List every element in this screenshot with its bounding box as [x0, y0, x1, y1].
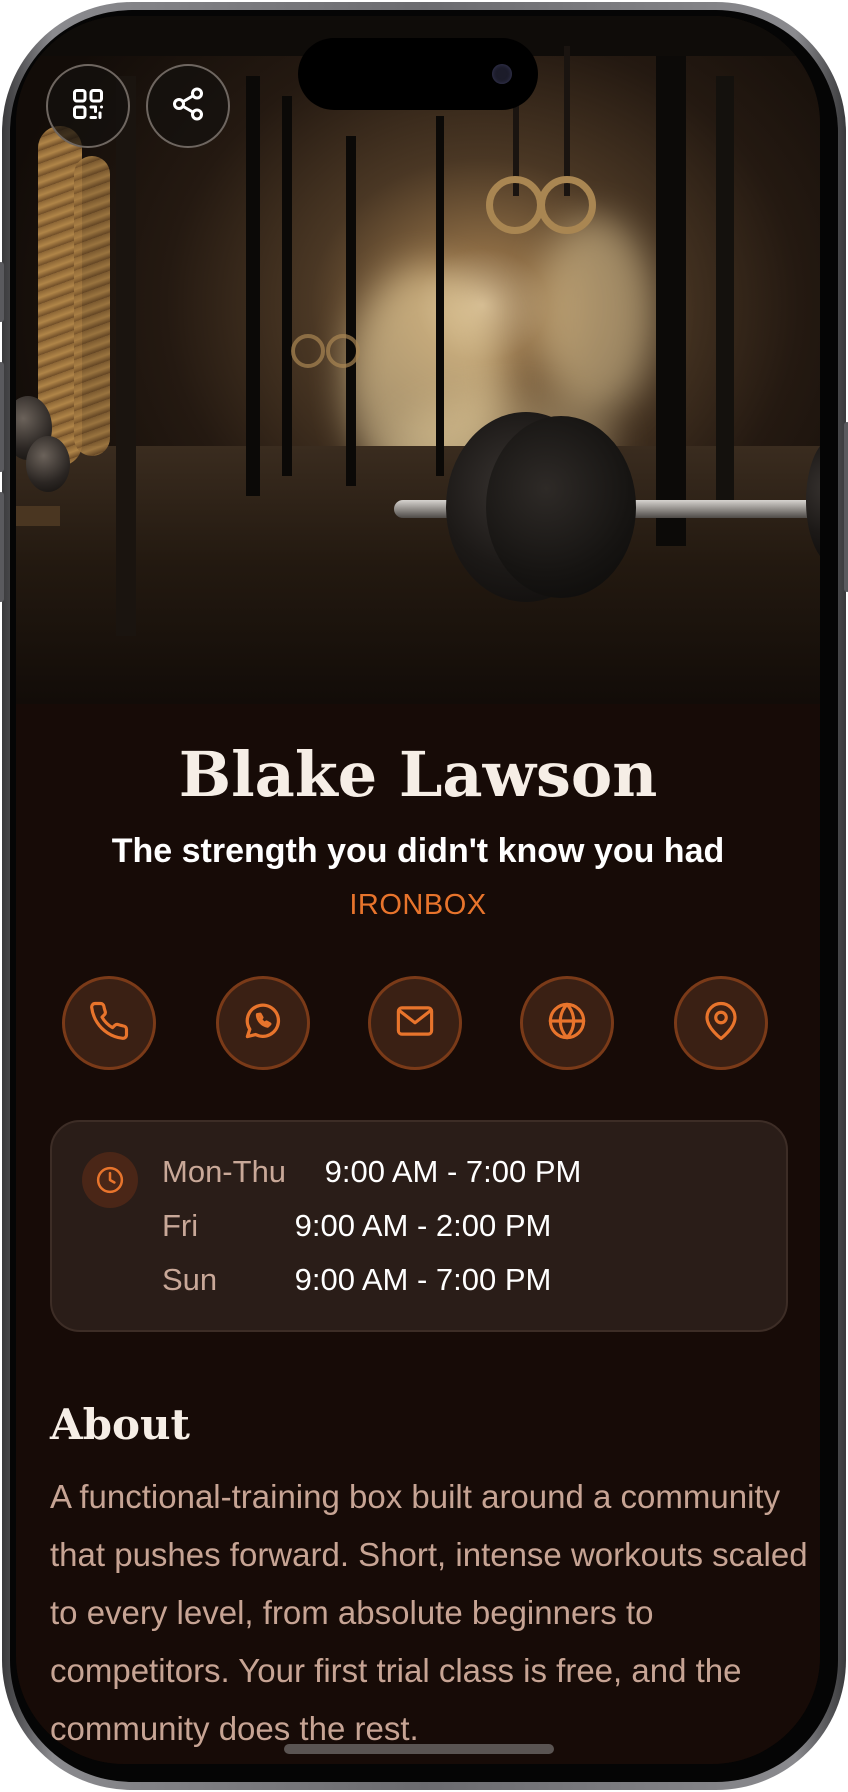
hours-day: Mon-Thu: [162, 1154, 287, 1189]
hours-day: Sun: [162, 1262, 218, 1297]
qr-code-icon: [70, 86, 106, 127]
profile-content: Blake Lawson The strength you didn't kno…: [16, 704, 820, 1764]
whatsapp-button[interactable]: [216, 976, 310, 1070]
company-name: IRONBOX: [349, 889, 487, 921]
qr-code-button[interactable]: [46, 64, 130, 148]
dynamic-island: [298, 38, 538, 110]
front-camera: [492, 64, 512, 84]
silent-switch: [0, 262, 4, 322]
globe-icon: [546, 1000, 588, 1047]
profile-tagline: The strength you didn't know you had: [111, 832, 725, 870]
hero-image: [16, 16, 820, 704]
location-button[interactable]: [674, 976, 768, 1070]
hours-row: Fri 9:00 AM - 2:00 PM: [162, 1208, 551, 1244]
screen: Blake Lawson The strength you didn't kno…: [16, 16, 820, 1764]
phone-frame: Blake Lawson The strength you didn't kno…: [0, 2, 848, 1790]
hours-day: Fri: [162, 1208, 199, 1243]
home-indicator[interactable]: [284, 1744, 554, 1754]
hours-time: 9:00 AM - 7:00 PM: [324, 1154, 582, 1189]
mail-icon: [394, 1000, 436, 1047]
hours-time: 9:00 AM - 7:00 PM: [294, 1262, 552, 1297]
contact-actions: [62, 976, 774, 1072]
power-button: [844, 422, 848, 592]
volume-up-button: [0, 362, 4, 472]
opening-hours-card: Mon-Thu 9:00 AM - 7:00 PM Fri 9:00 AM - …: [50, 1120, 788, 1332]
website-button[interactable]: [520, 976, 614, 1070]
about-text: A functional-training box built around a…: [50, 1478, 808, 1747]
map-pin-icon: [700, 1000, 742, 1047]
email-button[interactable]: [368, 976, 462, 1070]
call-button[interactable]: [62, 976, 156, 1070]
whatsapp-icon: [241, 999, 285, 1048]
hours-row: Mon-Thu 9:00 AM - 7:00 PM: [162, 1154, 581, 1190]
about-heading: About: [50, 1400, 190, 1449]
clock-icon: [82, 1152, 138, 1208]
phone-icon: [88, 1000, 130, 1047]
share-icon: [170, 86, 206, 127]
share-button[interactable]: [146, 64, 230, 148]
profile-name: Blake Lawson: [178, 738, 658, 811]
volume-down-button: [0, 492, 4, 602]
hours-row: Sun 9:00 AM - 7:00 PM: [162, 1262, 551, 1298]
hours-time: 9:00 AM - 2:00 PM: [294, 1208, 552, 1243]
